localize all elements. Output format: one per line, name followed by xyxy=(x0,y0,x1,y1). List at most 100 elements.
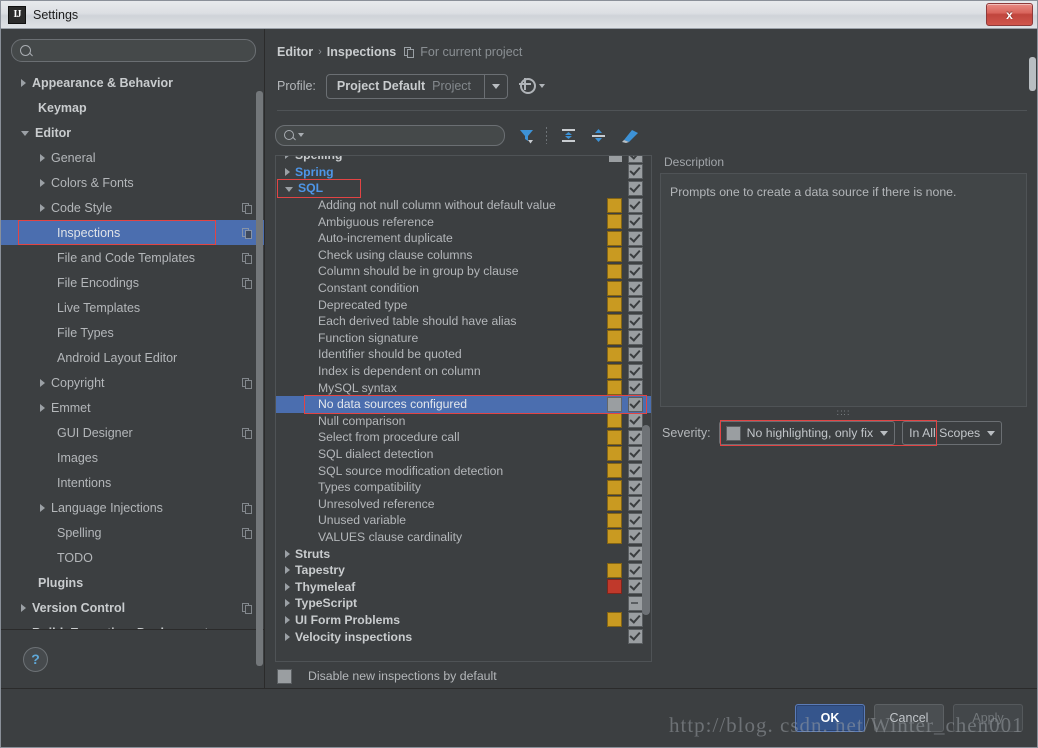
chevron-right-icon[interactable] xyxy=(285,549,290,558)
sidebar-item-file-types[interactable]: File Types xyxy=(1,320,264,345)
inspection-group-row[interactable]: SQL xyxy=(276,180,651,197)
chevron-right-icon[interactable] xyxy=(21,78,26,87)
sidebar-item-keymap[interactable]: Keymap xyxy=(1,95,264,120)
inspection-row[interactable]: Each derived table should have alias xyxy=(276,313,651,330)
inspection-scrollbar-thumb[interactable] xyxy=(642,425,650,615)
sidebar-scrollbar-thumb[interactable] xyxy=(256,91,263,666)
ok-button[interactable]: OK xyxy=(795,704,865,732)
inspection-checkbox[interactable] xyxy=(628,197,643,213)
inspection-checkbox[interactable] xyxy=(628,546,643,562)
inspection-checkbox[interactable] xyxy=(628,612,643,628)
breadcrumb-root[interactable]: Editor xyxy=(277,45,313,59)
scope-select[interactable]: In All Scopes xyxy=(902,421,1003,445)
inspection-checkbox[interactable] xyxy=(628,595,643,611)
profile-dropdown-button[interactable] xyxy=(483,74,507,98)
inspection-checkbox[interactable] xyxy=(628,230,643,246)
chevron-right-icon[interactable] xyxy=(40,378,45,387)
sidebar-item-intentions[interactable]: Intentions xyxy=(1,470,264,495)
chevron-down-icon[interactable] xyxy=(285,186,293,192)
inspection-group-row[interactable]: TypeScript xyxy=(276,595,651,612)
sidebar-item-spelling[interactable]: Spelling xyxy=(1,520,264,545)
chevron-right-icon[interactable] xyxy=(285,582,290,591)
inspection-row[interactable]: Identifier should be quoted xyxy=(276,346,651,363)
expand-all-icon[interactable] xyxy=(560,127,577,144)
sidebar-item-gui-designer[interactable]: GUI Designer xyxy=(1,420,264,445)
collapse-all-icon[interactable] xyxy=(590,127,607,144)
chevron-down-icon[interactable] xyxy=(298,133,304,137)
sidebar-item-plugins[interactable]: Plugins xyxy=(1,570,264,595)
chevron-right-icon[interactable] xyxy=(40,203,45,212)
inspection-checkbox[interactable] xyxy=(628,396,643,412)
settings-category-tree[interactable]: Appearance & Behavior Keymap Editor General… xyxy=(1,68,264,629)
chevron-right-icon[interactable] xyxy=(40,503,45,512)
sidebar-item-todo[interactable]: TODO xyxy=(1,545,264,570)
disable-new-inspections-checkbox[interactable] xyxy=(277,668,292,684)
inspection-filter-input[interactable] xyxy=(308,128,496,142)
chevron-right-icon[interactable] xyxy=(285,615,290,624)
inspection-row[interactable]: SQL dialect detection xyxy=(276,446,651,463)
inspection-group-row[interactable]: UI Form Problems xyxy=(276,612,651,629)
inspection-group-row[interactable]: Tapestry xyxy=(276,562,651,579)
inspection-group-row[interactable]: Velocity inspections xyxy=(276,628,651,645)
page-scrollbar[interactable] xyxy=(1028,29,1037,688)
inspection-row[interactable]: Deprecated type xyxy=(276,296,651,313)
inspection-checkbox[interactable] xyxy=(628,429,643,445)
sidebar-search-box[interactable] xyxy=(11,39,256,62)
chevron-right-icon[interactable] xyxy=(40,153,45,162)
inspection-checkbox[interactable] xyxy=(628,330,643,346)
chevron-right-icon[interactable] xyxy=(285,156,290,160)
inspection-checkbox[interactable] xyxy=(628,313,643,329)
inspection-checkbox[interactable] xyxy=(628,214,643,230)
resize-grip[interactable]: ∷∷ xyxy=(660,407,1027,420)
page-scrollbar-thumb[interactable] xyxy=(1029,57,1036,91)
inspection-tree-panel[interactable]: Spelling Spring SQL Adding not null column … xyxy=(275,155,652,662)
inspection-checkbox[interactable] xyxy=(628,164,643,180)
reset-icon[interactable] xyxy=(620,127,639,144)
inspection-checkbox[interactable] xyxy=(628,463,643,479)
inspection-row[interactable]: VALUES clause cardinality xyxy=(276,529,651,546)
inspection-checkbox[interactable] xyxy=(628,156,643,163)
chevron-right-icon[interactable] xyxy=(40,403,45,412)
sidebar-item-images[interactable]: Images xyxy=(1,445,264,470)
sidebar-item-live-templates[interactable]: Live Templates xyxy=(1,295,264,320)
inspection-row[interactable]: Index is dependent on column xyxy=(276,363,651,380)
inspection-checkbox[interactable] xyxy=(628,529,643,545)
cancel-button[interactable]: Cancel xyxy=(874,704,944,732)
inspection-group-row[interactable]: Thymeleaf xyxy=(276,578,651,595)
inspection-scrollbar[interactable] xyxy=(642,157,650,660)
inspection-checkbox[interactable] xyxy=(628,512,643,528)
inspection-checkbox[interactable] xyxy=(628,446,643,462)
inspection-row[interactable]: Select from procedure call xyxy=(276,429,651,446)
severity-select[interactable]: No highlighting, only fix xyxy=(718,421,896,445)
inspection-checkbox[interactable] xyxy=(628,346,643,362)
inspection-checkbox[interactable] xyxy=(628,297,643,313)
sidebar-item-general[interactable]: General xyxy=(1,145,264,170)
inspection-group-row[interactable]: Struts xyxy=(276,545,651,562)
chevron-right-icon[interactable] xyxy=(285,599,290,608)
apply-button[interactable]: Apply xyxy=(953,704,1023,732)
profile-select[interactable]: Project Default Project xyxy=(325,73,508,99)
inspection-row[interactable]: SQL source modification detection xyxy=(276,462,651,479)
sidebar-item-copyright[interactable]: Copyright xyxy=(1,370,264,395)
inspection-group-row[interactable]: Spelling xyxy=(276,156,651,164)
inspection-checkbox[interactable] xyxy=(628,479,643,495)
inspection-row[interactable]: Adding not null column without default v… xyxy=(276,197,651,214)
sidebar-item-editor[interactable]: Editor xyxy=(1,120,264,145)
inspection-tree[interactable]: Spelling Spring SQL Adding not null column … xyxy=(276,156,651,645)
inspection-row[interactable]: Check using clause columns xyxy=(276,247,651,264)
inspection-checkbox[interactable] xyxy=(628,562,643,578)
filter-icon[interactable] xyxy=(518,127,535,144)
inspection-checkbox[interactable] xyxy=(628,579,643,595)
inspection-row[interactable]: Null comparison xyxy=(276,413,651,430)
sidebar-item-appearance-behavior[interactable]: Appearance & Behavior xyxy=(1,70,264,95)
inspection-checkbox[interactable] xyxy=(628,363,643,379)
inspection-row[interactable]: Auto-increment duplicate xyxy=(276,230,651,247)
sidebar-item-android-layout-editor[interactable]: Android Layout Editor xyxy=(1,345,264,370)
inspection-row[interactable]: Function signature xyxy=(276,330,651,347)
chevron-right-icon[interactable] xyxy=(285,167,290,176)
sidebar-item-inspections[interactable]: Inspections xyxy=(1,220,264,245)
disable-new-inspections-row[interactable]: Disable new inspections by default xyxy=(265,664,1037,688)
sidebar-item-version-control[interactable]: Version Control xyxy=(1,595,264,620)
inspection-checkbox[interactable] xyxy=(628,380,643,396)
inspection-row[interactable]: Ambiguous reference xyxy=(276,213,651,230)
